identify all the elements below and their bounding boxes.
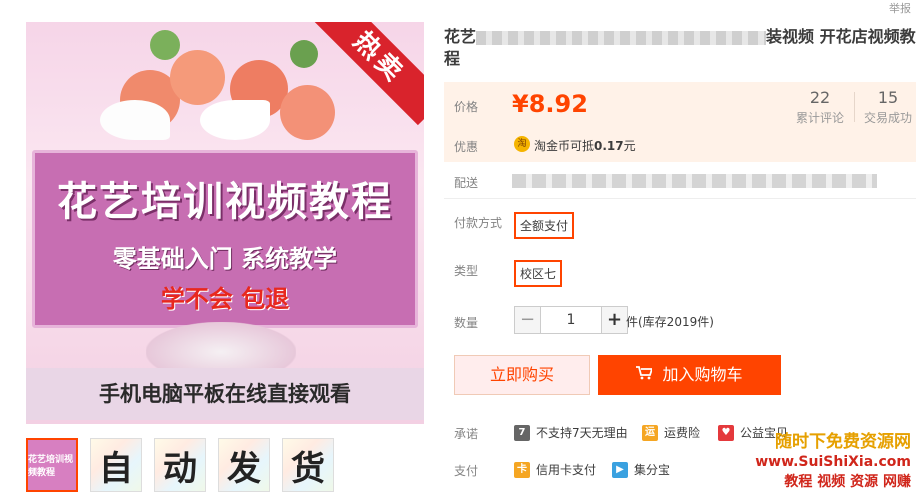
thumbnail-char: 动 <box>155 439 205 491</box>
watermark-line2: www.SuiShiXia.com <box>755 454 911 470</box>
thumbnail-2[interactable]: 自 <box>90 438 142 492</box>
sales-count: 15 <box>877 88 899 107</box>
thumbnail-1[interactable]: 花艺培训视频教程 <box>26 438 78 492</box>
divider <box>444 198 916 199</box>
banner-title: 花艺培训视频教程 <box>57 179 393 225</box>
promise-no-7day[interactable]: 7 不支持7天无理由 <box>514 424 628 441</box>
type-label: 类型 <box>454 264 479 278</box>
watermark-line1: 随时下免费资源网 <box>775 432 911 452</box>
payment-option-full[interactable]: 全额支付 <box>514 212 575 239</box>
image-bottom-caption: 手机电脑平板在线直接观看 <box>26 368 424 420</box>
type-option[interactable]: 校区七 <box>514 260 563 287</box>
quantity-decrease-button[interactable]: − <box>515 307 541 333</box>
buy-now-button[interactable]: 立即购买 <box>454 355 590 395</box>
product-title: 花艺 装视频 开花店视频教程 <box>444 26 916 70</box>
quantity-stepper: − + <box>514 306 628 334</box>
thumbnail-char: 自 <box>91 439 141 491</box>
jifenbao-icon: ▶ <box>612 461 628 478</box>
promo-banner: 花艺培训视频教程 零基础入门 系统教学 学不会 包退 <box>32 150 418 328</box>
shipping-label: 配送 <box>454 176 479 190</box>
promise-text: 不支持7天无理由 <box>536 426 628 440</box>
sales-label: 交易成功 <box>864 111 913 125</box>
stat-divider <box>854 92 855 122</box>
payment-method-label: 付款方式 <box>454 216 503 230</box>
stock-info: 件(库存2019件) <box>626 315 714 329</box>
site-watermark: 随时下免费资源网 www.SuiShiXia.com 教程 视频 资源 网赚 <box>753 432 911 492</box>
blurred-text <box>476 30 767 45</box>
shipping-insurance-icon: 运 <box>642 424 658 441</box>
pay-label: 支付 <box>454 464 479 478</box>
reviews-stat[interactable]: 22 累计评论 <box>796 88 844 126</box>
report-link[interactable]: 举报 <box>889 0 911 16</box>
promise-label: 承诺 <box>454 427 479 441</box>
quantity-label: 数量 <box>454 316 479 330</box>
thumbnail-char: 货 <box>283 439 333 491</box>
reviews-count: 22 <box>809 88 831 107</box>
watermark-line3: 教程 视频 资源 网赚 <box>784 474 911 490</box>
shopping-cart-icon <box>636 355 654 395</box>
banner-guarantee: 学不会 包退 <box>160 285 290 313</box>
banner-subtitle: 零基础入门 系统教学 <box>112 245 338 273</box>
sales-stat: 15 交易成功 <box>864 88 912 126</box>
quantity-increase-button[interactable]: + <box>601 307 627 333</box>
price-box: 价格 ¥8.92 22 累计评论 15 交易成功 优惠 淘 淘金币可抵0.17元 <box>444 82 916 162</box>
pay-text: 集分宝 <box>634 463 671 477</box>
pay-credit-card[interactable]: 卡 信用卡支付 <box>514 461 596 478</box>
title-start: 花艺 <box>444 27 477 46</box>
no-return-icon: 7 <box>514 424 530 441</box>
main-product-image[interactable]: 热卖 花艺培训视频教程 零基础入门 系统教学 学不会 包退 手机电脑平板在线直接… <box>26 22 424 424</box>
shipping-info-blurred <box>512 174 877 188</box>
credit-card-icon: 卡 <box>514 461 530 478</box>
promise-text: 运费险 <box>664 426 701 440</box>
pay-jifenbao[interactable]: ▶ 集分宝 <box>612 461 670 478</box>
coin-discount-text: 淘金币可抵0.17元 <box>534 139 636 153</box>
heart-icon: ♥ <box>718 424 734 441</box>
add-to-cart-label: 加入购物车 <box>662 365 743 384</box>
thumbnail-4[interactable]: 发 <box>218 438 270 492</box>
thumbnail-3[interactable]: 动 <box>154 438 206 492</box>
add-to-cart-button[interactable]: 加入购物车 <box>598 355 781 395</box>
quantity-input[interactable] <box>541 307 601 333</box>
thumbnail-5[interactable]: 货 <box>282 438 334 492</box>
thumbnail-char: 发 <box>219 439 269 491</box>
taobao-coin-icon: 淘 <box>514 136 530 152</box>
promise-shipping-insurance[interactable]: 运 运费险 <box>642 424 700 441</box>
thumbnail-caption: 花艺培训视频教程 <box>28 455 74 478</box>
reviews-label: 累计评论 <box>796 111 845 125</box>
price-label: 价格 <box>454 100 479 114</box>
product-page: 举报 热卖 花艺培训视频教程 零基础入门 系统教学 学不会 包退 手机电脑平板在… <box>0 0 917 497</box>
promo-label: 优惠 <box>454 140 479 154</box>
thumbnail-strip: 花艺培训视频教程 自 动 发 货 <box>26 438 334 494</box>
price-value: ¥8.92 <box>512 90 588 118</box>
pay-text: 信用卡支付 <box>536 463 597 477</box>
